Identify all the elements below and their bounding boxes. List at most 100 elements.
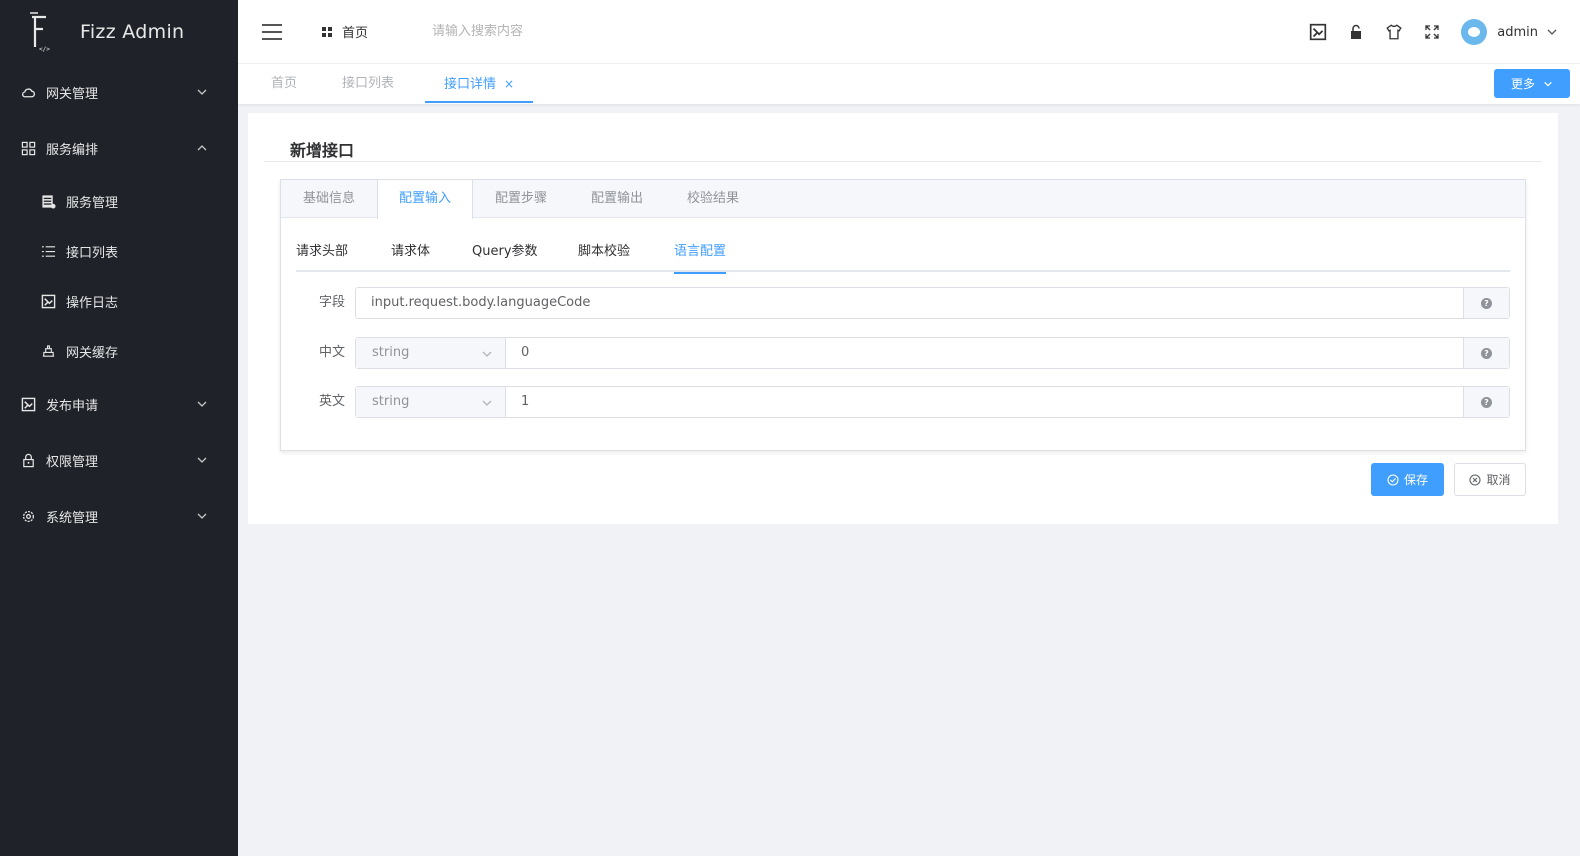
save-button[interactable]: 保存 xyxy=(1371,463,1444,496)
home-label: 首页 xyxy=(342,26,369,41)
english-input-group: string 1 ? xyxy=(355,386,1510,418)
fizz-logo-icon: </> xyxy=(30,12,50,53)
avatar[interactable] xyxy=(1461,19,1488,45)
cache-icon xyxy=(40,343,56,359)
tag-home[interactable]: 首页 xyxy=(271,64,297,102)
server-icon xyxy=(40,193,56,209)
chevron-down-icon xyxy=(1544,81,1552,87)
save-label: 保存 xyxy=(1403,473,1428,487)
chinese-label: 中文 xyxy=(318,345,345,360)
chevron-down-icon xyxy=(482,400,492,406)
svg-text:</>: </> xyxy=(39,46,50,53)
type-select-value: string xyxy=(372,345,410,360)
chevron-down-icon[interactable] xyxy=(1546,26,1558,38)
field-input[interactable]: input.request.body.languageCode ? xyxy=(355,287,1510,319)
help-button[interactable]: ? xyxy=(1463,387,1509,417)
close-icon[interactable]: × xyxy=(504,77,514,91)
form-row-english: 英文 string 1 ? xyxy=(301,386,1510,418)
sidebar-item-label: 网关缓存 xyxy=(66,345,119,361)
sidebar-item-service-management[interactable]: 服务管理 xyxy=(0,176,238,226)
tag-api-list[interactable]: 接口列表 xyxy=(342,64,394,102)
search-input[interactable] xyxy=(432,24,633,39)
sidebar-item-gateway-cache[interactable]: 网关缓存 xyxy=(0,326,238,376)
dashboard-icon xyxy=(322,26,332,37)
subtab-request-headers[interactable]: 请求头部 xyxy=(296,232,348,272)
english-label: 英文 xyxy=(318,394,345,409)
sidebar-item-system[interactable]: 系统管理 xyxy=(0,488,238,544)
publish-icon[interactable] xyxy=(1307,21,1329,43)
input-subtabs: 请求头部 请求体 Query参数 脚本校验 语言配置 xyxy=(296,232,1510,274)
sidebar-item-operation-log[interactable]: 操作日志 xyxy=(0,276,238,326)
chinese-input-group: string 0 ? xyxy=(355,337,1510,369)
sidebar-item-label: 接口列表 xyxy=(66,245,119,261)
tag-label: 首页 xyxy=(271,76,298,91)
chevron-down-icon xyxy=(197,401,207,407)
help-button[interactable]: ? xyxy=(1463,288,1509,318)
field-label: 字段 xyxy=(318,295,345,310)
list-icon xyxy=(40,243,56,259)
chevron-down-icon xyxy=(482,351,492,357)
top-header: 首页 admin xyxy=(238,0,1580,64)
tab-basic-info[interactable]: 基础信息 xyxy=(281,180,377,218)
chinese-value-input[interactable]: 0 xyxy=(506,338,1463,368)
config-tabs: 基础信息 配置输入 配置步骤 配置输出 校验结果 请求头部 请求体 Query参… xyxy=(280,179,1526,451)
fullscreen-icon[interactable] xyxy=(1421,21,1443,43)
english-value-input[interactable]: 1 xyxy=(506,387,1463,417)
header-home-link[interactable]: 首页 xyxy=(322,22,368,41)
help-button[interactable]: ? xyxy=(1463,338,1509,368)
page-title: 新增接口 xyxy=(290,141,355,160)
subtab-request-body[interactable]: 请求体 xyxy=(391,232,430,272)
tab-validation-result[interactable]: 校验结果 xyxy=(665,180,761,218)
sidebar-item-gateway[interactable]: 网关管理 xyxy=(0,64,238,120)
close-circle-icon xyxy=(1469,473,1482,486)
divider xyxy=(264,161,1542,162)
sidebar-item-label: 发布申请 xyxy=(46,398,99,414)
cancel-label: 取消 xyxy=(1486,473,1511,487)
tabs-header: 基础信息 配置输入 配置步骤 配置输出 校验结果 xyxy=(281,180,1525,219)
tags-bar: 首页 接口列表 接口详情 × 更多 xyxy=(238,64,1580,104)
field-value[interactable]: input.request.body.languageCode xyxy=(356,288,1463,318)
cancel-button[interactable]: 取消 xyxy=(1454,463,1526,496)
tab-config-steps[interactable]: 配置步骤 xyxy=(473,180,569,218)
grid-icon xyxy=(20,140,36,156)
logo[interactable]: </> Fizz Admin xyxy=(0,0,238,64)
sidebar-item-label: 网关管理 xyxy=(46,86,99,102)
lock-icon[interactable] xyxy=(1345,21,1367,43)
app-title: Fizz Admin xyxy=(80,21,185,43)
shirt-icon[interactable] xyxy=(1383,21,1405,43)
tab-config-input[interactable]: 配置输入 xyxy=(377,180,473,219)
sidebar-item-label: 操作日志 xyxy=(66,295,119,311)
type-select-value: string xyxy=(372,394,410,409)
log-icon xyxy=(40,293,56,309)
more-button[interactable]: 更多 xyxy=(1494,69,1570,98)
subtab-language-config[interactable]: 语言配置 xyxy=(674,232,727,274)
question-icon: ? xyxy=(1481,347,1492,359)
menu-toggle-icon[interactable] xyxy=(262,23,282,40)
type-select[interactable]: string xyxy=(356,387,506,417)
chevron-up-icon xyxy=(197,145,207,151)
header-actions: admin xyxy=(1291,0,1558,64)
chevron-down-icon xyxy=(197,89,207,95)
sidebar-item-label: 服务编排 xyxy=(46,142,99,158)
main-card: 新增接口 基础信息 配置输入 配置步骤 配置输出 校验结果 请求头部 请求体 Q… xyxy=(248,113,1558,524)
check-circle-icon xyxy=(1387,473,1399,486)
sidebar-item-label: 系统管理 xyxy=(46,510,99,526)
tab-config-output[interactable]: 配置输出 xyxy=(569,180,665,218)
chevron-down-icon xyxy=(197,457,207,463)
subtab-query-params[interactable]: Query参数 xyxy=(472,232,538,272)
more-label: 更多 xyxy=(1510,77,1535,91)
sidebar-item-permission[interactable]: 权限管理 xyxy=(0,432,238,488)
subtab-script-validation[interactable]: 脚本校验 xyxy=(578,232,630,272)
form-row-field: 字段 input.request.body.languageCode ? xyxy=(301,287,1510,319)
lock-icon xyxy=(20,452,36,468)
sidebar-item-api-list[interactable]: 接口列表 xyxy=(0,226,238,276)
chevron-down-icon xyxy=(197,513,207,519)
tag-api-detail[interactable]: 接口详情 × xyxy=(425,64,534,103)
sidebar-item-orchestration[interactable]: 服务编排 xyxy=(0,120,238,176)
publish-icon xyxy=(20,396,36,412)
type-select[interactable]: string xyxy=(356,338,506,368)
tag-label: 接口列表 xyxy=(342,76,395,91)
sidebar-item-publish-request[interactable]: 发布申请 xyxy=(0,376,238,432)
username[interactable]: admin xyxy=(1497,25,1538,40)
question-icon: ? xyxy=(1481,297,1492,309)
